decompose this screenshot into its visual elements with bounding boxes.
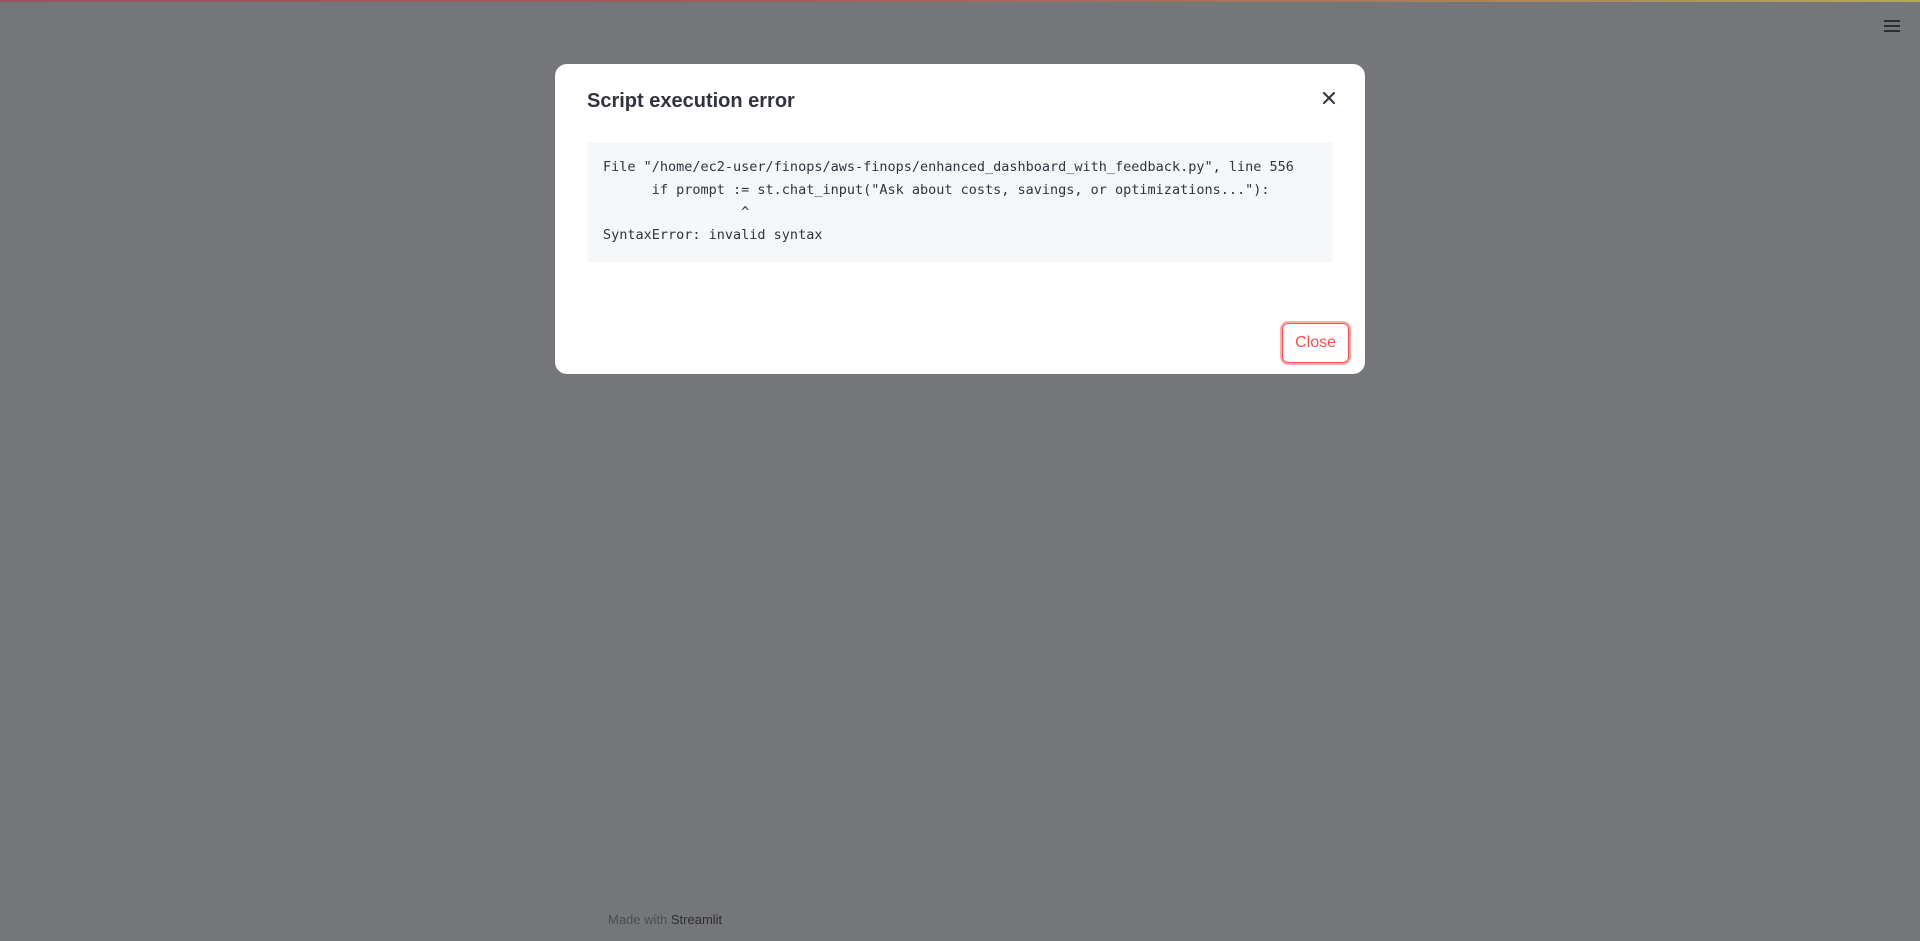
dialog-title: Script execution error [587,90,795,112]
top-decoration-bar [0,0,1920,2]
close-icon [1323,92,1335,104]
close-button[interactable]: Close [1282,323,1349,363]
main-menu-button[interactable] [1880,14,1904,38]
footer-streamlit-link[interactable]: Streamlit [671,912,722,927]
footer: Made with Streamlit [608,912,722,927]
error-traceback: File "/home/ec2-user/finops/aws-finops/e… [587,142,1333,262]
footer-made-with: Made with [608,912,668,927]
traceback-line: if prompt := st.chat_input("Ask about co… [603,181,1270,198]
traceback-line: SyntaxError: invalid syntax [603,226,823,243]
error-dialog: Script execution error File "/home/ec2-u… [555,64,1365,374]
hamburger-menu-icon [1884,20,1900,32]
traceback-line: File "/home/ec2-user/finops/aws-finops/e… [603,159,1294,175]
traceback-line: ^ [603,204,750,220]
dialog-close-x-button[interactable] [1319,88,1339,108]
